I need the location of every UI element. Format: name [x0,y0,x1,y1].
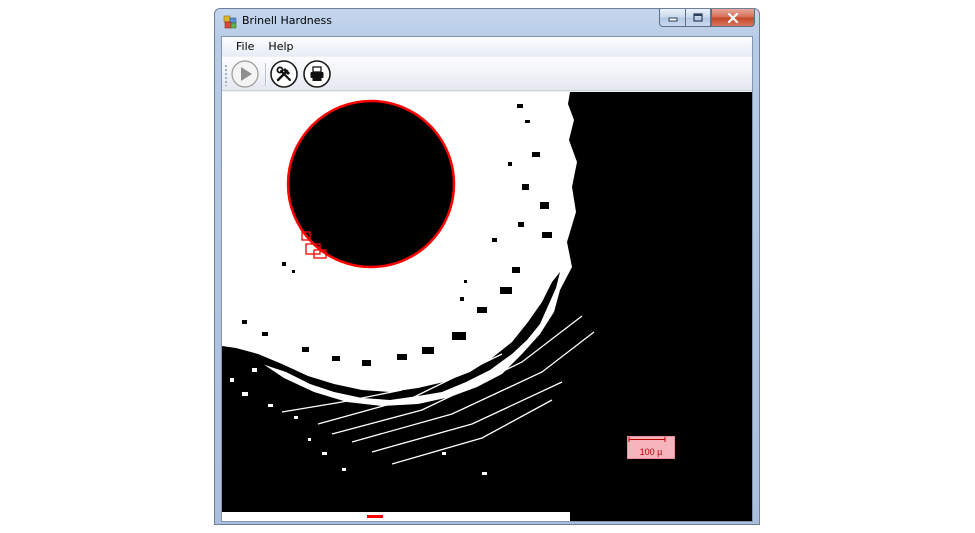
play-button[interactable] [230,59,260,89]
print-button[interactable] [302,59,332,89]
caption-buttons [659,9,755,28]
scale-bar-label: 100 µ [639,447,663,457]
scale-bar-line [628,437,666,442]
maximize-button[interactable] [685,9,711,27]
tools-button[interactable] [269,59,299,89]
scale-bar: 100 µ [627,436,675,459]
menu-file[interactable]: File [229,37,261,56]
app-icon [223,15,237,29]
menu-help[interactable]: Help [261,37,300,56]
client-area: File Help 100 µ [221,36,753,522]
menu-bar: File Help [222,37,752,56]
app-window: Brinell Hardness File Help 100 µ [214,8,760,525]
image-bottom-strip [222,512,570,521]
maximize-icon [693,13,703,22]
window-title: Brinell Hardness [242,14,332,27]
indentation-circle[interactable] [286,99,456,269]
hardness-image-view[interactable]: 100 µ [222,92,752,521]
image-bottom-marker [367,515,383,518]
toolbar [222,57,752,91]
minimize-icon [668,17,677,21]
close-button[interactable] [711,9,755,27]
toolbar-separator [265,63,267,86]
title-bar[interactable]: Brinell Hardness [215,9,759,35]
close-icon [727,12,739,23]
minimize-button[interactable] [659,9,685,27]
toolbar-grip[interactable] [225,64,227,86]
